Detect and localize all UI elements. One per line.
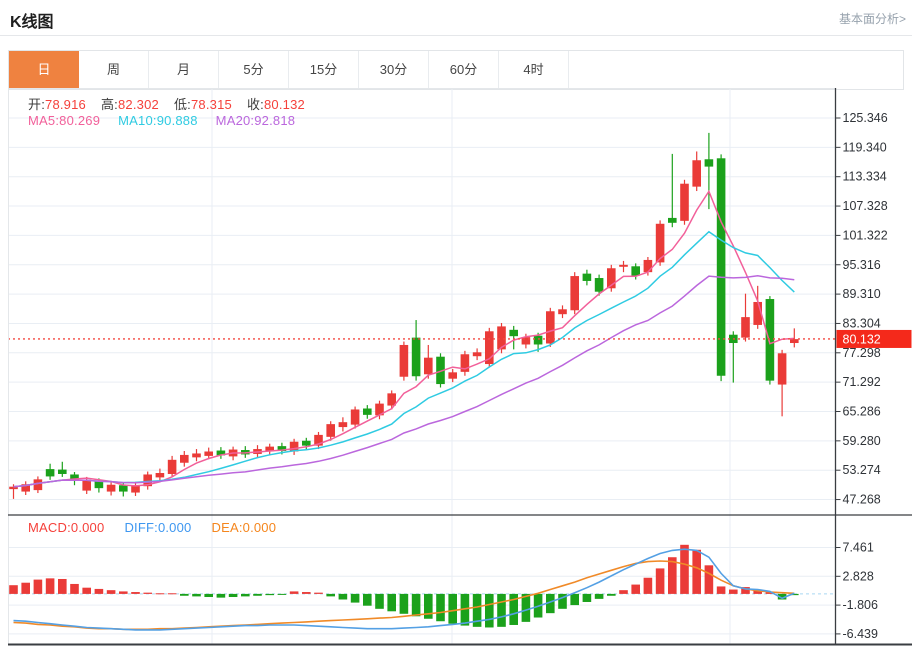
period-tab-15min[interactable]: 15分 bbox=[289, 51, 359, 89]
svg-text:89.310: 89.310 bbox=[843, 287, 881, 301]
last-price-badge: 80.132 bbox=[837, 330, 912, 348]
svg-text:107.328: 107.328 bbox=[843, 199, 888, 213]
svg-text:119.340: 119.340 bbox=[843, 140, 887, 154]
period-tab-4hour[interactable]: 4时 bbox=[499, 51, 569, 89]
ma20-line bbox=[14, 276, 795, 487]
svg-text:71.292: 71.292 bbox=[843, 375, 881, 389]
period-tab-5min[interactable]: 5分 bbox=[219, 51, 289, 89]
period-tab-60min[interactable]: 60分 bbox=[429, 51, 499, 89]
svg-text:-6.439: -6.439 bbox=[843, 627, 878, 641]
svg-text:-1.806: -1.806 bbox=[843, 598, 878, 612]
page-title: K线图 bbox=[10, 8, 54, 32]
period-tab-week[interactable]: 周 bbox=[79, 51, 149, 89]
kline-page: K线图 基本面分析> 日周月5分15分30分60分4时 125.346 119.3… bbox=[0, 0, 912, 647]
page-header: K线图 基本面分析> bbox=[0, 0, 912, 36]
svg-text:101.322: 101.322 bbox=[843, 228, 888, 242]
period-tab-day[interactable]: 日 bbox=[9, 51, 79, 89]
svg-text:7.461: 7.461 bbox=[843, 541, 874, 555]
svg-text:80.132: 80.132 bbox=[843, 332, 881, 346]
period-tab-30min[interactable]: 30分 bbox=[359, 51, 429, 89]
svg-text:2.828: 2.828 bbox=[843, 569, 874, 583]
macd-histogram bbox=[9, 545, 798, 628]
price-axis-labels: 125.346 119.340 113.334 107.328 101.322 95.31… bbox=[836, 111, 888, 641]
period-tabbar: 日周月5分15分30分60分4时 bbox=[8, 50, 904, 90]
diff-line bbox=[14, 549, 795, 630]
kline-chart-canvas[interactable]: 125.346 119.340 113.334 107.328 101.322 95.31… bbox=[0, 88, 912, 647]
svg-text:59.280: 59.280 bbox=[843, 434, 881, 448]
period-tab-month[interactable]: 月 bbox=[149, 51, 219, 89]
svg-text:95.316: 95.316 bbox=[843, 258, 881, 272]
fundamental-analysis-link[interactable]: 基本面分析> bbox=[839, 10, 906, 27]
svg-text:53.274: 53.274 bbox=[843, 463, 881, 477]
svg-text:65.286: 65.286 bbox=[843, 405, 881, 419]
candlestick-layer bbox=[9, 133, 798, 499]
chart-area: 125.346 119.340 113.334 107.328 101.322 95.31… bbox=[0, 88, 912, 647]
svg-text:83.304: 83.304 bbox=[843, 316, 881, 330]
svg-text:47.268: 47.268 bbox=[843, 493, 881, 507]
svg-text:113.334: 113.334 bbox=[843, 170, 887, 184]
svg-text:125.346: 125.346 bbox=[843, 111, 888, 125]
